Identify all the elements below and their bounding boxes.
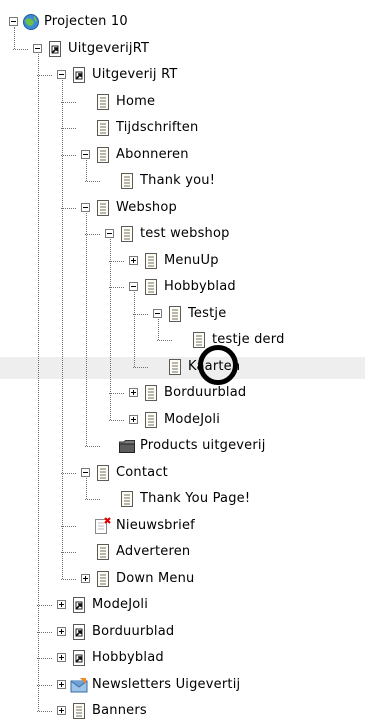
tree-node-label: ModeJoli (164, 412, 221, 427)
tree-node[interactable]: Nieuwsbrief (0, 516, 365, 536)
collapse-icon[interactable] (153, 309, 162, 318)
collapse-icon[interactable] (105, 229, 114, 238)
expand-icon[interactable] (57, 627, 66, 636)
page-icon (166, 358, 184, 376)
tree-node[interactable]: Banners (0, 701, 365, 721)
products-folder-icon (118, 437, 136, 455)
site-page-icon (70, 596, 88, 614)
tree-node-label: Contact (116, 465, 168, 480)
collapse-icon[interactable] (81, 203, 90, 212)
tree-node-label: Home (116, 94, 156, 109)
expand-icon[interactable] (129, 415, 138, 424)
page-icon (142, 278, 160, 296)
tree-node[interactable]: ModeJoli (0, 595, 365, 615)
tree-node[interactable]: ModeJoli (0, 410, 365, 430)
tree-node[interactable]: Testje (0, 304, 365, 324)
tree-node-label: Projecten 10 (44, 14, 128, 29)
page-icon (190, 331, 208, 349)
tree-node[interactable]: Webshop (0, 198, 365, 218)
tree-node[interactable]: Borduurblad (0, 622, 365, 642)
tree-node-label: ModeJoli (92, 597, 149, 612)
tree-node-label: test webshop (140, 226, 230, 241)
tree-node[interactable]: Thank you! (0, 171, 365, 191)
tree-node[interactable]: Hobbyblad (0, 277, 365, 297)
page-icon (166, 305, 184, 323)
tree-node-label: MenuUp (164, 253, 219, 268)
expand-icon[interactable] (57, 600, 66, 609)
tree-node[interactable]: Tijdschriften (0, 118, 365, 138)
tree-node-selected[interactable]: Kaarten (0, 357, 365, 377)
page-icon (118, 225, 136, 243)
tree-node-label: Abonneren (116, 147, 189, 162)
globe-icon (22, 13, 40, 31)
expand-icon[interactable] (129, 256, 138, 265)
page-icon (94, 570, 112, 588)
tree-node[interactable]: Hobbyblad (0, 648, 365, 668)
expand-icon[interactable] (57, 680, 66, 689)
tree-node[interactable]: Home (0, 92, 365, 112)
collapse-icon[interactable] (81, 150, 90, 159)
tree-node[interactable]: Products uitgeverij (0, 436, 365, 456)
tree-node[interactable]: Uitgeverij RT (0, 65, 365, 85)
site-page-icon (70, 649, 88, 667)
page-icon (94, 93, 112, 111)
site-page-icon (46, 40, 64, 58)
page-icon (70, 702, 88, 720)
tree-node-label: UitgeverijRT (68, 41, 150, 56)
tree-node-label: Nieuwsbrief (116, 518, 195, 533)
page-icon (94, 543, 112, 561)
tree-node-label: Hobbyblad (164, 279, 236, 294)
tree-node-label: Adverteren (116, 544, 191, 559)
tree-node-label: Newsletters Uigevertij (92, 677, 241, 692)
page-icon (118, 172, 136, 190)
tree-node-label: Webshop (116, 200, 177, 215)
collapse-icon[interactable] (57, 70, 66, 79)
site-page-icon (70, 66, 88, 84)
page-icon (142, 384, 160, 402)
page-icon (94, 199, 112, 217)
expand-icon[interactable] (57, 706, 66, 715)
tree-node-label: Thank you! (140, 173, 216, 188)
tree-node[interactable]: Newsletters Uigevertij (0, 675, 365, 695)
page-icon (94, 464, 112, 482)
expand-icon[interactable] (81, 574, 90, 583)
tree-node[interactable]: MenuUp (0, 251, 365, 271)
tree-node[interactable]: Abonneren (0, 145, 365, 165)
page-error-icon (94, 517, 112, 535)
newsletter-icon (70, 676, 88, 694)
tree-node[interactable]: Down Menu (0, 569, 365, 589)
tree-node[interactable]: testje derd (0, 330, 365, 350)
page-icon (142, 252, 160, 270)
collapse-icon[interactable] (81, 468, 90, 477)
tree-node-label: Thank You Page! (140, 491, 251, 506)
site-page-icon (70, 623, 88, 641)
page-icon (118, 490, 136, 508)
tree-node[interactable]: test webshop (0, 224, 365, 244)
tree-node[interactable]: UitgeverijRT (0, 39, 365, 59)
collapse-icon[interactable] (9, 17, 18, 26)
tree-node[interactable]: Adverteren (0, 542, 365, 562)
tree-node-label: Borduurblad (92, 624, 175, 639)
expand-icon[interactable] (129, 388, 138, 397)
tree-node[interactable]: Contact (0, 463, 365, 483)
annotation-circle (198, 345, 238, 385)
page-icon (94, 146, 112, 164)
tree-node[interactable]: Thank You Page! (0, 489, 365, 509)
page-icon (94, 119, 112, 137)
tree-node-label: Products uitgeverij (140, 438, 266, 453)
collapse-icon[interactable] (33, 44, 42, 53)
tree-node-label: Testje (188, 306, 227, 321)
page-icon (142, 411, 160, 429)
tree-node-label: Hobbyblad (92, 650, 164, 665)
tree-node-label: Banners (92, 703, 147, 718)
tree-node-label: Borduurblad (164, 385, 247, 400)
tree-node[interactable]: Borduurblad (0, 383, 365, 403)
tree-node[interactable]: Projecten 10 (0, 12, 365, 32)
site-tree: Projecten 10 UitgeverijRT Uitgeverij RT Hom… (0, 0, 365, 719)
collapse-icon[interactable] (129, 282, 138, 291)
tree-node-label: Tijdschriften (116, 120, 199, 135)
tree-node-label: Down Menu (116, 571, 195, 586)
expand-icon[interactable] (57, 653, 66, 662)
tree-node-label: Uitgeverij RT (92, 67, 178, 82)
